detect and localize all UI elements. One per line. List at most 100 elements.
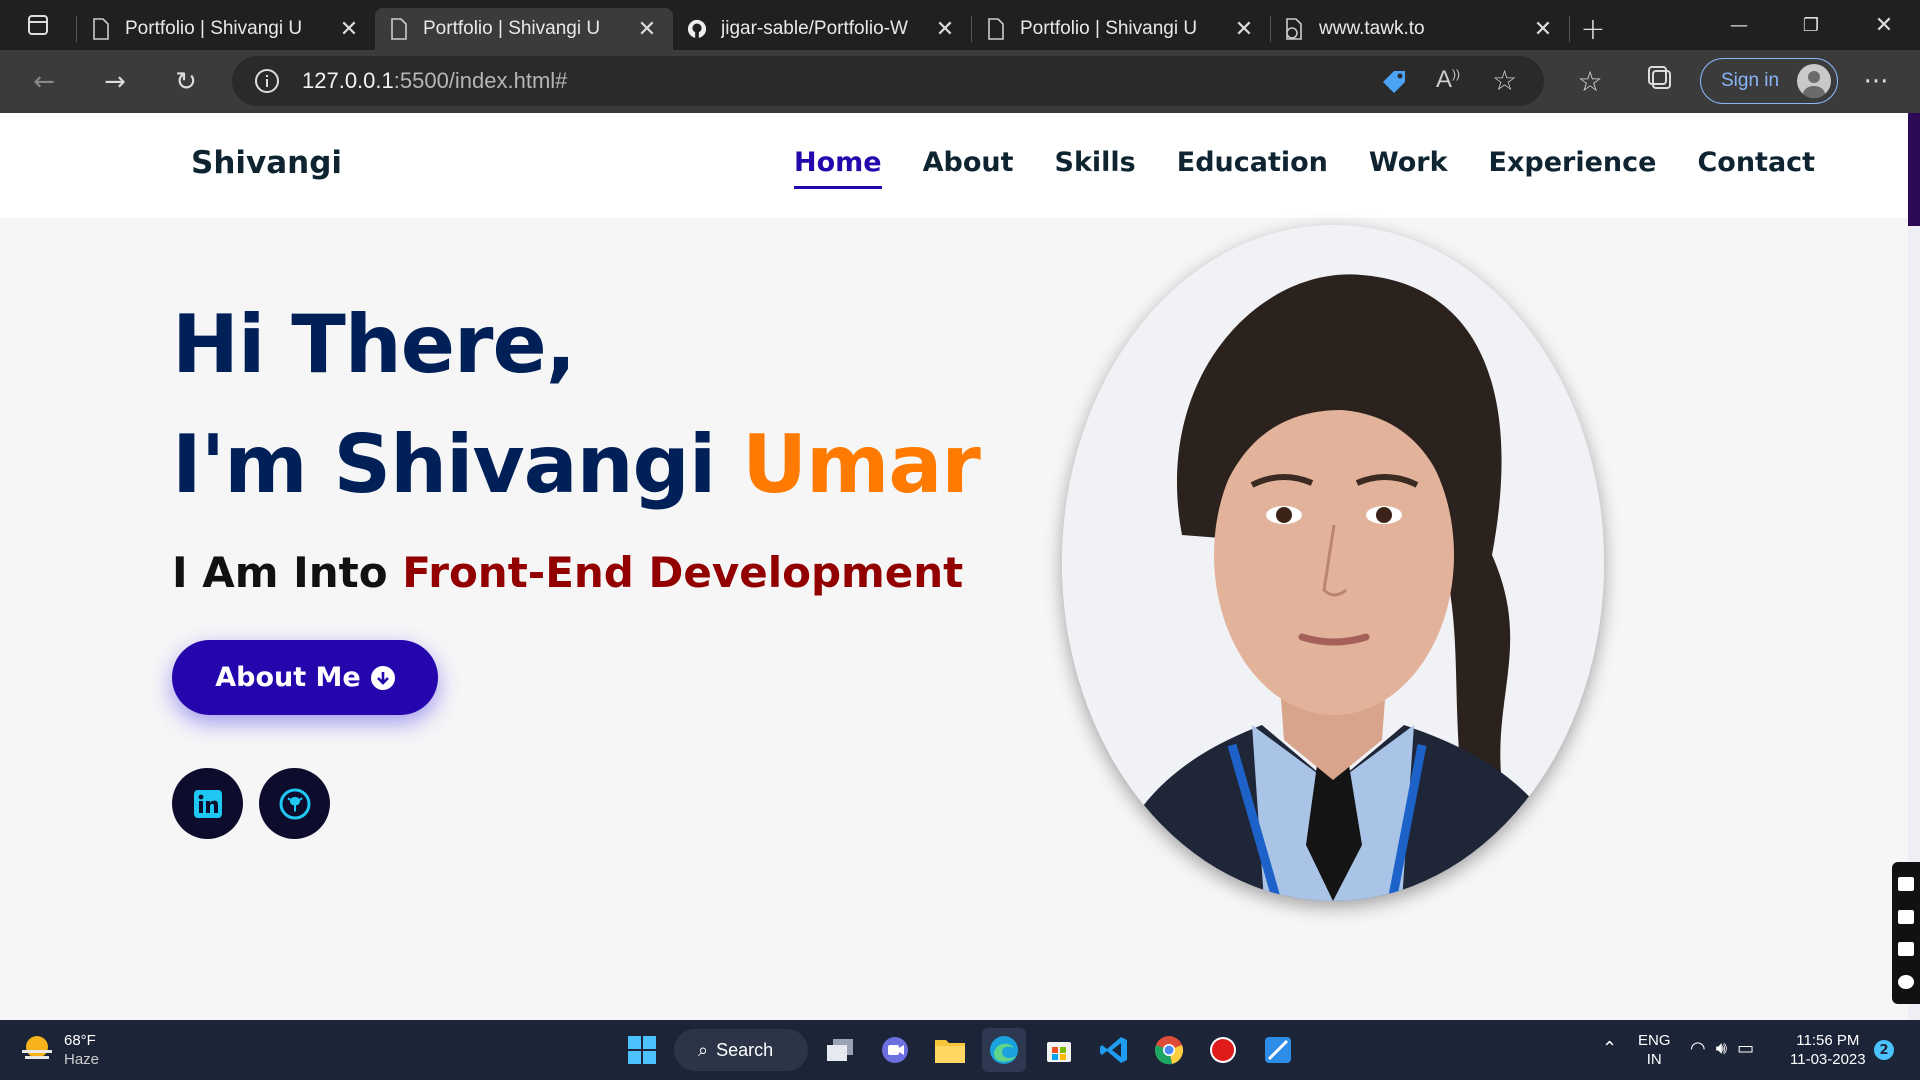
record-icon	[1210, 1037, 1236, 1063]
hero-section: Hi There, I'm Shivangi Umar I Am Into Fr…	[0, 218, 1908, 1020]
collections-icon	[1647, 65, 1673, 98]
tab-close-icon[interactable]: ✕	[1531, 17, 1555, 42]
vscode-icon	[1100, 1037, 1127, 1063]
about-me-button[interactable]: About Me	[172, 640, 438, 715]
linkedin-link[interactable]	[172, 768, 243, 839]
tab-close-icon[interactable]: ✕	[1232, 17, 1256, 42]
sign-in-button[interactable]: Sign in	[1700, 58, 1838, 104]
file-explorer-button[interactable]	[928, 1028, 972, 1072]
tab-close-icon[interactable]: ✕	[933, 17, 957, 42]
chrome-button[interactable]	[1147, 1028, 1191, 1072]
restore-icon: ❐	[1802, 14, 1820, 36]
github-icon	[279, 788, 310, 819]
nav-education[interactable]: Education	[1177, 147, 1328, 189]
minimize-icon: —	[1730, 14, 1748, 36]
collections-button[interactable]	[1632, 54, 1688, 110]
folder-icon	[935, 1040, 965, 1063]
store-icon	[1047, 1042, 1071, 1062]
url-host: 127.0.0.1	[302, 68, 394, 93]
nav-contact[interactable]: Contact	[1697, 147, 1815, 189]
teams-chat-button[interactable]	[873, 1028, 917, 1072]
hero-tagline: I Am Into Front-End Development	[172, 548, 963, 597]
weather-haze-icon	[22, 1036, 52, 1059]
address-bar[interactable]: 127.0.0.1:5500/index.html# A)) ☆	[232, 56, 1544, 106]
sign-in-label: Sign in	[1721, 70, 1780, 91]
browser-tab[interactable]: jigar-sable/Portfolio-W ✕	[673, 8, 971, 50]
tab-close-icon[interactable]: ✕	[635, 17, 659, 42]
photo-editor-button[interactable]	[1256, 1028, 1300, 1072]
profile-photo	[1062, 225, 1604, 901]
favorites-button[interactable]: ☆	[1562, 54, 1618, 110]
camera-icon[interactable]	[1898, 877, 1914, 892]
nav-experience[interactable]: Experience	[1489, 147, 1657, 189]
start-button[interactable]	[620, 1028, 664, 1072]
tab-actions-button[interactable]	[0, 0, 76, 50]
nav-skills[interactable]: Skills	[1055, 147, 1136, 189]
task-view-button[interactable]	[818, 1028, 862, 1072]
edge-icon	[990, 1036, 1018, 1064]
minimize-button[interactable]: —	[1703, 0, 1775, 50]
windows-icon	[628, 1036, 656, 1064]
windows-taskbar: 68°F Haze ⌕ Search ⌃ ENG IN ◠ 🔊︎ ▭ 11:56…	[0, 1020, 1920, 1080]
edge-button[interactable]	[982, 1028, 1026, 1072]
tab-close-icon[interactable]: ✕	[337, 17, 361, 42]
browser-titlebar: Portfolio | Shivangi U ✕ Portfolio | Shi…	[0, 0, 1920, 50]
browser-tab[interactable]: Portfolio | Shivangi U ✕	[77, 8, 375, 50]
browser-tab[interactable]: www.tawk.to ✕	[1271, 8, 1569, 50]
tab-title: jigar-sable/Portfolio-W	[721, 18, 908, 39]
store-button[interactable]	[1037, 1028, 1081, 1072]
browser-tab[interactable]: Portfolio | Shivangi U ✕	[972, 8, 1270, 50]
wifi-icon: ◠	[1690, 1038, 1706, 1059]
github-icon	[687, 18, 707, 40]
taskbar-search[interactable]: ⌕ Search	[674, 1029, 808, 1071]
show-hidden-icons-button[interactable]: ⌃	[1602, 1038, 1617, 1059]
page-scrollbar-thumb[interactable]	[1908, 113, 1920, 226]
chrome-icon	[1154, 1036, 1184, 1065]
volume-icon: 🔊︎	[1715, 1038, 1728, 1059]
add-favorite-icon[interactable]: ☆	[1492, 64, 1517, 97]
window-icon[interactable]	[1898, 942, 1914, 957]
weather-widget[interactable]	[20, 1032, 54, 1070]
nav-about[interactable]: About	[923, 147, 1014, 189]
site-logo[interactable]: Shivangi	[191, 145, 342, 181]
clock-date: 11-03-2023	[1790, 1051, 1866, 1068]
system-tray-icons[interactable]: ◠ 🔊︎ ▭	[1690, 1038, 1754, 1059]
plus-icon: +	[1580, 11, 1606, 47]
nav-home[interactable]: Home	[794, 147, 882, 189]
read-aloud-icon[interactable]: A))	[1436, 66, 1460, 94]
page-icon	[91, 18, 111, 40]
close-window-button[interactable]: ✕	[1848, 0, 1920, 50]
vscode-button[interactable]	[1092, 1028, 1136, 1072]
page-icon	[986, 18, 1006, 40]
back-arrow-icon: ←	[33, 66, 55, 97]
gear-icon[interactable]	[1898, 974, 1914, 989]
clock[interactable]: 11:56 PM 11-03-2023	[1790, 1031, 1866, 1069]
tagline-prefix: I Am Into	[172, 548, 403, 597]
site-nav: Home About Skills Education Work Experie…	[794, 147, 1856, 189]
language-line1: ENG	[1638, 1032, 1671, 1049]
settings-more-button[interactable]: ···	[1848, 54, 1904, 110]
new-tab-button[interactable]: +	[1570, 8, 1616, 50]
notification-badge[interactable]: 2	[1874, 1040, 1894, 1060]
nav-work[interactable]: Work	[1369, 147, 1448, 189]
back-button[interactable]: ←	[16, 54, 72, 110]
chevron-up-icon: ⌃	[1602, 1038, 1618, 1059]
github-link[interactable]	[259, 768, 330, 839]
tab-actions-icon	[28, 15, 48, 35]
battery-icon: ▭	[1737, 1038, 1755, 1059]
forward-button[interactable]: →	[87, 54, 143, 110]
screen-capture-widget[interactable]	[1892, 862, 1920, 1004]
language-indicator[interactable]: ENG IN	[1638, 1031, 1671, 1069]
recorder-button[interactable]	[1201, 1028, 1245, 1072]
restore-button[interactable]: ❐	[1775, 0, 1847, 50]
browser-tab-active[interactable]: Portfolio | Shivangi U ✕	[375, 8, 673, 50]
video-icon[interactable]	[1898, 909, 1914, 924]
forward-arrow-icon: →	[104, 66, 126, 97]
close-icon: ✕	[1874, 12, 1894, 38]
coupon-tag-icon[interactable]	[1380, 68, 1408, 101]
weather-temp: 68°F	[64, 1032, 96, 1049]
image-editor-icon	[1265, 1037, 1291, 1063]
site-header: Shivangi Home About Skills Education Wor…	[0, 113, 1908, 218]
favorites-icon: ☆	[1577, 65, 1603, 98]
refresh-button[interactable]: ↻	[158, 54, 214, 110]
